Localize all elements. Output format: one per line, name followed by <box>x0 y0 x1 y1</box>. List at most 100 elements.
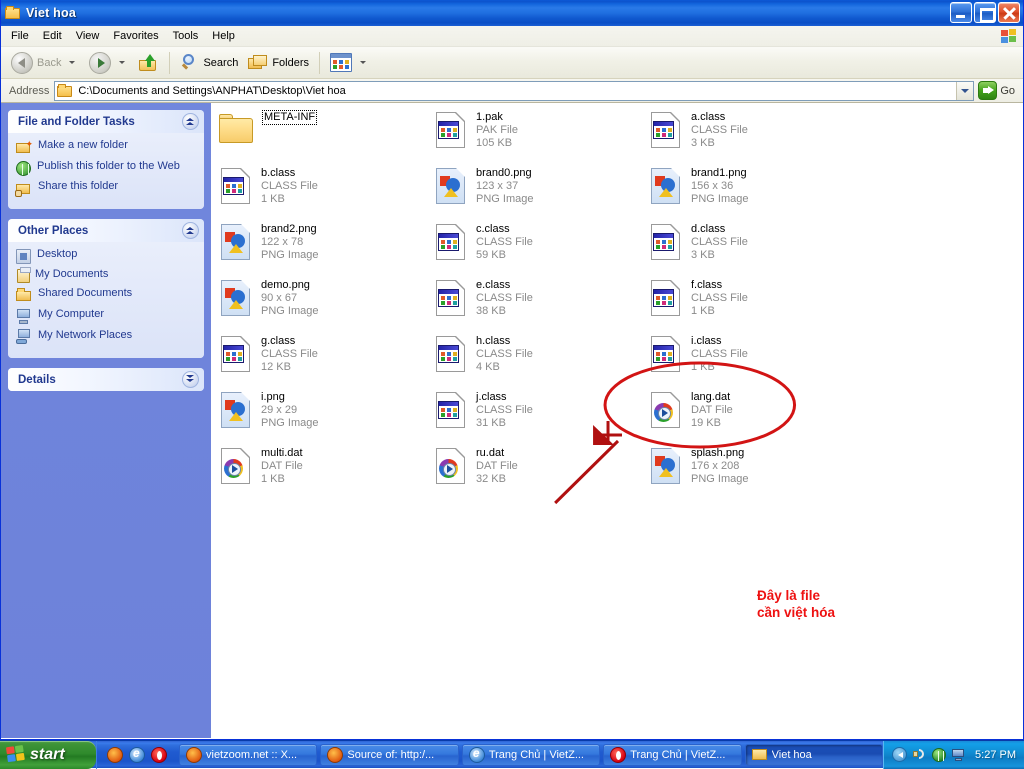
back-button[interactable]: Back <box>6 50 84 76</box>
forward-dropdown-icon[interactable] <box>119 61 125 64</box>
file-name[interactable]: multi.dat <box>261 447 303 460</box>
file-name[interactable]: 1.pak <box>476 111 518 124</box>
file-item[interactable]: g.classCLASS File12 KB <box>215 333 430 385</box>
back-dropdown-icon[interactable] <box>69 61 75 64</box>
window-title: Viet hoa <box>26 6 76 20</box>
taskbar-button[interactable]: vietzoom.net :: X... <box>179 744 317 766</box>
taskbar-button[interactable]: Trang Chủ | VietZ... <box>603 744 741 766</box>
file-name[interactable]: i.png <box>261 391 318 404</box>
file-item[interactable]: META-INF <box>215 109 430 161</box>
clock[interactable]: 5:27 PM <box>971 749 1016 761</box>
file-item[interactable]: d.classCLASS File3 KB <box>645 221 860 273</box>
menu-item-tools[interactable]: Tools <box>166 27 206 45</box>
taskbar-button[interactable]: Viet hoa <box>745 744 883 766</box>
file-name[interactable]: lang.dat <box>691 391 733 404</box>
close-button[interactable] <box>998 2 1020 23</box>
panel-expand-button[interactable] <box>182 371 199 388</box>
file-name[interactable]: ru.dat <box>476 447 518 460</box>
file-item[interactable]: brand1.png156 x 36PNG Image <box>645 165 860 217</box>
file-item[interactable]: a.classCLASS File3 KB <box>645 109 860 161</box>
png-image-icon <box>649 448 683 486</box>
file-item[interactable]: splash.png176 x 208PNG Image <box>645 445 860 497</box>
taskbar-button[interactable]: Source of: http:/... <box>320 744 458 766</box>
file-name[interactable]: demo.png <box>261 279 318 292</box>
start-button[interactable]: start <box>0 741 96 769</box>
file-name[interactable]: h.class <box>476 335 533 348</box>
file-name[interactable]: j.class <box>476 391 533 404</box>
file-name[interactable]: b.class <box>261 167 318 180</box>
file-name[interactable]: a.class <box>691 111 748 124</box>
file-item[interactable]: brand0.png123 x 37PNG Image <box>430 165 645 217</box>
menu-item-file[interactable]: File <box>4 27 36 45</box>
file-name[interactable]: e.class <box>476 279 533 292</box>
panel-header[interactable]: File and Folder Tasks <box>8 110 204 133</box>
ie-icon[interactable] <box>129 747 145 763</box>
file-name[interactable]: g.class <box>261 335 318 348</box>
address-input[interactable]: C:\Documents and Settings\ANPHAT\Desktop… <box>54 81 974 101</box>
up-button[interactable] <box>134 50 164 76</box>
go-button[interactable]: Go <box>974 81 1021 100</box>
file-item[interactable]: ru.datDAT File32 KB <box>430 445 645 497</box>
back-label: Back <box>37 57 61 69</box>
file-name[interactable]: brand2.png <box>261 223 318 236</box>
address-label: Address <box>3 85 54 97</box>
file-name[interactable]: f.class <box>691 279 748 292</box>
address-dropdown-button[interactable] <box>956 82 973 100</box>
sidebar-link-publish-folder-to-web[interactable]: Publish this folder to the Web <box>16 160 198 175</box>
file-name[interactable]: c.class <box>476 223 533 236</box>
folders-button[interactable]: Folders <box>243 50 314 76</box>
speaker-icon[interactable] <box>912 747 927 762</box>
file-item[interactable]: e.classCLASS File38 KB <box>430 277 645 329</box>
panel-header[interactable]: Other Places <box>8 219 204 242</box>
file-name[interactable]: d.class <box>691 223 748 236</box>
file-name[interactable]: brand1.png <box>691 167 748 180</box>
menu-item-edit[interactable]: Edit <box>36 27 69 45</box>
forward-button[interactable] <box>84 50 134 76</box>
views-button[interactable] <box>325 50 375 76</box>
views-icon <box>330 53 352 72</box>
sidebar-link-my-network-places[interactable]: My Network Places <box>16 329 198 345</box>
file-name[interactable]: splash.png <box>691 447 748 460</box>
file-text-block: demo.png90 x 67PNG Image <box>261 279 318 318</box>
file-item[interactable]: multi.datDAT File1 KB <box>215 445 430 497</box>
restore-button[interactable] <box>974 2 996 23</box>
file-meta-line-1: 90 x 67 <box>261 292 318 305</box>
network-globe-icon[interactable] <box>932 748 946 762</box>
sidebar-link-make-new-folder[interactable]: ✦ Make a new folder <box>16 139 198 155</box>
file-item[interactable]: c.classCLASS File59 KB <box>430 221 645 273</box>
panel-collapse-button[interactable] <box>182 113 199 130</box>
sidebar-link-my-documents[interactable]: My Documents <box>16 268 198 282</box>
menu-item-favorites[interactable]: Favorites <box>106 27 165 45</box>
sidebar-link-shared-documents[interactable]: Shared Documents <box>16 287 198 303</box>
views-dropdown-icon[interactable] <box>360 61 366 64</box>
file-name[interactable]: i.class <box>691 335 748 348</box>
file-item[interactable]: j.classCLASS File31 KB <box>430 389 645 441</box>
panel-collapse-button[interactable] <box>182 222 199 239</box>
file-item[interactable]: f.classCLASS File1 KB <box>645 277 860 329</box>
file-item[interactable]: h.classCLASS File4 KB <box>430 333 645 385</box>
file-item[interactable]: lang.datDAT File19 KB <box>645 389 860 441</box>
file-text-block: f.classCLASS File1 KB <box>691 279 748 318</box>
file-item[interactable]: i.classCLASS File1 KB <box>645 333 860 385</box>
sidebar-link-desktop[interactable]: Desktop <box>16 248 198 263</box>
taskbar-button[interactable]: Trang Chủ | VietZ... <box>462 744 600 766</box>
monitor-icon[interactable] <box>951 747 966 762</box>
sidebar-link-share-this-folder[interactable]: Share this folder <box>16 180 198 196</box>
file-name[interactable]: brand0.png <box>476 167 533 180</box>
panel-header[interactable]: Details <box>8 368 204 391</box>
search-button[interactable]: Search <box>175 50 243 76</box>
firefox-icon[interactable] <box>107 747 123 763</box>
file-item[interactable]: demo.png90 x 67PNG Image <box>215 277 430 329</box>
file-item[interactable]: 1.pakPAK File105 KB <box>430 109 645 161</box>
menu-item-help[interactable]: Help <box>205 27 242 45</box>
file-name[interactable]: META-INF <box>263 111 316 124</box>
file-item[interactable]: i.png29 x 29PNG Image <box>215 389 430 441</box>
opera-icon[interactable] <box>151 747 167 763</box>
minimize-button[interactable] <box>950 2 972 23</box>
file-item[interactable]: b.classCLASS File1 KB <box>215 165 430 217</box>
file-item[interactable]: brand2.png122 x 78PNG Image <box>215 221 430 273</box>
file-list-view[interactable]: META-INFb.classCLASS File1 KBbrand2.png1… <box>211 103 1023 738</box>
menu-item-view[interactable]: View <box>69 27 107 45</box>
show-hidden-icons-button[interactable] <box>892 747 907 762</box>
sidebar-link-my-computer[interactable]: My Computer <box>16 308 198 324</box>
